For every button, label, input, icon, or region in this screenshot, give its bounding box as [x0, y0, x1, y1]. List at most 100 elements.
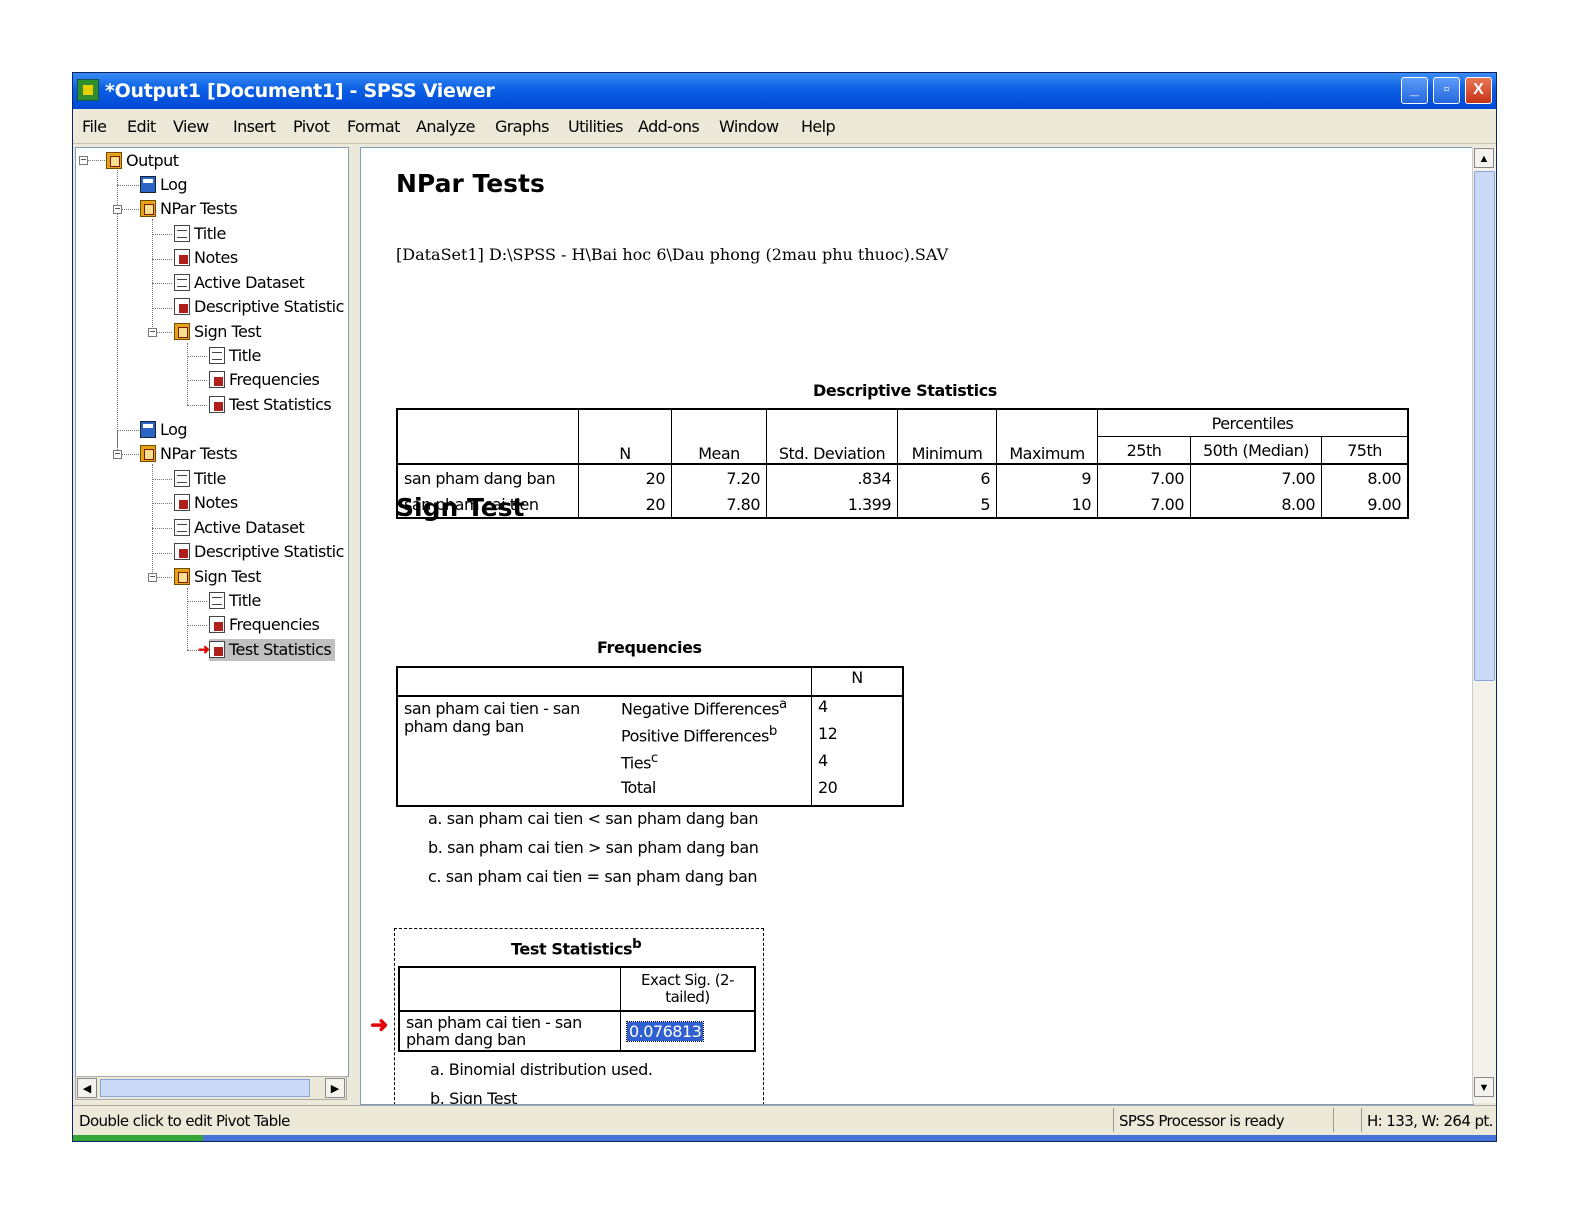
title-page-icon — [174, 225, 190, 242]
tree-item-notes[interactable]: Notes — [174, 492, 238, 514]
tree-item-output[interactable]: Output — [106, 150, 179, 172]
tree-item-title[interactable]: Title — [174, 223, 226, 245]
tree-item-notes[interactable]: Notes — [174, 247, 238, 269]
menu-window[interactable]: Window — [719, 117, 779, 136]
freq-footnote-a: a. san pham cai tien < san pham dang ban — [428, 809, 759, 828]
descriptive-statistics-caption: Descriptive Statistics — [813, 381, 997, 400]
descriptive-statistics-table[interactable]: N Mean Std. Deviation Minimum Maximum Pe… — [396, 408, 1409, 519]
scroll-up-icon[interactable]: ▲ — [1474, 148, 1494, 168]
tree-item-log[interactable]: Log — [140, 174, 188, 196]
output-folder-icon — [106, 152, 122, 169]
scroll-right-icon[interactable]: ▶ — [325, 1078, 345, 1098]
status-hint: Double click to edit Pivot Table — [79, 1112, 290, 1130]
spss-viewer-window: *Output1 [Document1] - SPSS Viewer _ ▫ X… — [72, 72, 1497, 1142]
tree-item-active-dataset[interactable]: Active Dataset — [174, 517, 305, 539]
dimensions-readout: H: 133, W: 264 pt. — [1367, 1112, 1493, 1130]
header-std-deviation: Std. Deviation — [766, 409, 898, 465]
title-page-icon — [209, 347, 225, 364]
exact-sig-value-cell[interactable]: 0.076813 — [621, 1011, 756, 1051]
cell-std-deviation: 1.399 — [766, 491, 898, 518]
status-bar: Double click to edit Pivot Table SPSS Pr… — [73, 1105, 1496, 1136]
scroll-down-icon[interactable]: ▼ — [1474, 1077, 1494, 1097]
menu-add-ons[interactable]: Add-ons — [638, 117, 700, 136]
menu-graphs[interactable]: Graphs — [495, 117, 549, 136]
tree-item-frequencies[interactable]: Frequencies — [209, 614, 320, 636]
menu-edit[interactable]: Edit — [127, 117, 156, 136]
status-divider — [1333, 1108, 1334, 1132]
tree-scroll-thumb[interactable] — [100, 1079, 310, 1097]
dataset-page-icon — [174, 519, 190, 536]
tree-horizontal-scrollbar[interactable]: ◀ ▶ — [75, 1076, 347, 1100]
collapse-npar-tests-icon[interactable]: − — [113, 450, 122, 460]
current-item-arrow-icon: ➜ — [198, 641, 210, 657]
test-statistics-table[interactable]: Exact Sig. (2-tailed) san pham cai tien … — [398, 966, 756, 1052]
row-labels-corner — [399, 967, 621, 1012]
close-button[interactable]: X — [1465, 77, 1492, 104]
collapse-npar-tests-icon[interactable]: − — [113, 205, 122, 215]
tree-item-sign-test[interactable]: Sign Test — [174, 566, 262, 588]
header-percentiles: Percentiles — [1097, 409, 1409, 437]
tree-item-title[interactable]: Title — [174, 468, 226, 490]
menu-file[interactable]: File — [82, 117, 107, 136]
collapse-output-icon[interactable]: − — [79, 156, 88, 166]
outline-tree-pane[interactable]: − − − − − Output Log NPar Tests Title No… — [75, 147, 349, 1077]
tree-item-title[interactable]: Title — [209, 590, 261, 612]
cell-n: 20 — [818, 778, 838, 797]
tree-item-npar-tests[interactable]: NPar Tests — [140, 443, 238, 465]
tree-item-test-statistics-selected[interactable]: Test Statistics — [209, 639, 336, 661]
table-header-row: N — [397, 667, 903, 697]
sign-test-heading: Sign Test — [396, 493, 525, 522]
taskbar-strip — [73, 1135, 1496, 1141]
folder-icon — [140, 200, 156, 217]
restore-button[interactable]: ▫ — [1433, 77, 1460, 104]
cell-minimum: 5 — [897, 491, 997, 518]
menu-view[interactable]: View — [173, 117, 209, 136]
header-maximum: Maximum — [996, 409, 1098, 465]
cell-n: 20 — [578, 464, 672, 491]
header-25th: 25th — [1097, 436, 1191, 465]
collapse-sign-test-icon[interactable]: − — [148, 573, 157, 583]
category-label: Tiesc — [615, 751, 812, 778]
collapse-sign-test-icon[interactable]: − — [148, 328, 157, 338]
tree-item-npar-tests[interactable]: NPar Tests — [140, 198, 238, 220]
category-label: Negative Differencesa — [615, 696, 812, 724]
notes-table-icon — [174, 249, 190, 266]
tree-item-test-statistics[interactable]: Test Statistics — [209, 394, 332, 416]
tree-item-descriptive-statistics[interactable]: Descriptive Statistic — [174, 296, 344, 318]
menu-format[interactable]: Format — [347, 117, 400, 136]
cell-mean: 7.20 — [671, 464, 767, 491]
frequencies-table[interactable]: N san pham cai tien - san pham dang ban … — [396, 666, 904, 807]
selected-value[interactable]: 0.076813 — [625, 1020, 705, 1042]
table-row: san pham dang ban 20 7.20 .834 6 9 7.00 … — [397, 464, 1409, 491]
menu-help[interactable]: Help — [801, 117, 836, 136]
header-mean: Mean — [671, 409, 767, 465]
row-label: san pham cai tien - san pham dang ban — [404, 699, 580, 736]
tree-item-sign-test[interactable]: Sign Test — [174, 321, 262, 343]
tree-item-log[interactable]: Log — [140, 419, 188, 441]
tree-item-frequencies[interactable]: Frequencies — [209, 369, 320, 391]
notes-table-icon — [174, 494, 190, 511]
header-50th-median: 50th (Median) — [1190, 436, 1322, 465]
freq-footnote-b: b. san pham cai tien > san pham dang ban — [428, 838, 759, 857]
tree-item-active-dataset[interactable]: Active Dataset — [174, 272, 305, 294]
tree-item-descriptive-statistics[interactable]: Descriptive Statistic — [174, 541, 344, 563]
cell-n: 4 — [818, 751, 828, 770]
content-scroll-thumb[interactable] — [1474, 171, 1495, 681]
minimize-button[interactable]: _ — [1401, 77, 1428, 104]
title-bar[interactable]: *Output1 [Document1] - SPSS Viewer _ ▫ X — [73, 73, 1496, 109]
tree-item-title[interactable]: Title — [209, 345, 261, 367]
cell-50th: 7.00 — [1190, 464, 1322, 491]
table-row: san pham cai tien - san pham dang ban 0.… — [399, 1011, 755, 1051]
menu-insert[interactable]: Insert — [233, 117, 276, 136]
output-document-pane[interactable]: NPar Tests [DataSet1] D:\SPSS - H\Bai ho… — [360, 147, 1474, 1105]
scroll-left-icon[interactable]: ◀ — [77, 1078, 97, 1098]
folder-icon — [140, 445, 156, 462]
menu-analyze[interactable]: Analyze — [416, 117, 475, 136]
freq-footnote-c: c. san pham cai tien = san pham dang ban — [428, 867, 758, 886]
content-vertical-scrollbar[interactable]: ▲ ▼ — [1472, 147, 1496, 1103]
test-statistics-caption: Test Statisticsb — [511, 937, 642, 959]
pivot-table-icon — [174, 543, 190, 560]
menu-utilities[interactable]: Utilities — [568, 117, 623, 136]
menu-pivot[interactable]: Pivot — [293, 117, 330, 136]
pivot-table-icon — [209, 371, 225, 388]
